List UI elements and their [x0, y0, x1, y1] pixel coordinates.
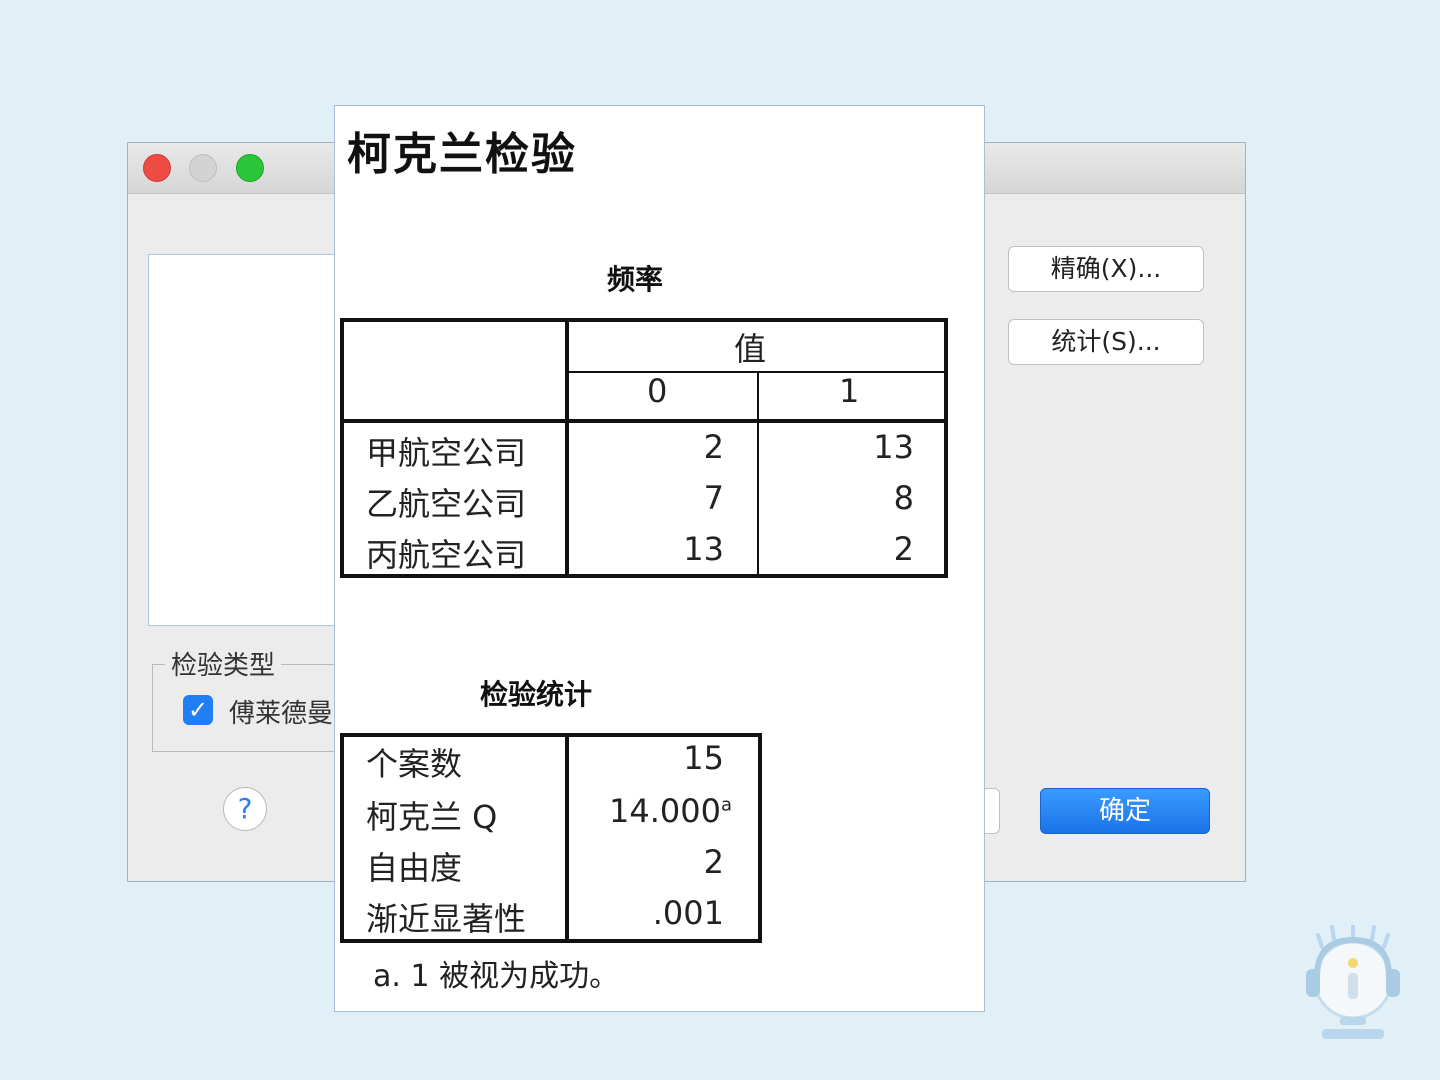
- friedman-checkbox[interactable]: ✓: [183, 695, 213, 725]
- col-header-1: 1: [839, 372, 860, 410]
- row-label: 丙航空公司: [366, 536, 527, 574]
- row-value-0: 2: [703, 428, 724, 466]
- output-panel: 柯克兰检验 频率 值 0 1 甲航空公司 2 13 乙航空公司 7 8 丙航空公…: [334, 105, 985, 1012]
- footnote-marker: a: [720, 794, 732, 816]
- exact-button[interactable]: 精确(X)...: [1008, 246, 1204, 292]
- test-statistics-caption: 检验统计: [480, 678, 593, 711]
- stat-value: 15: [683, 739, 724, 777]
- row-value-0: 7: [703, 479, 724, 517]
- frequency-caption: 频率: [607, 263, 664, 296]
- row-value-0: 13: [683, 530, 724, 568]
- row-label: 甲航空公司: [366, 434, 527, 472]
- test-type-label: 检验类型: [165, 645, 282, 682]
- test-statistics-table: 个案数 15 柯克兰 Q 14.000a 自由度 2 渐近显著性 .001: [340, 733, 762, 943]
- statistics-button[interactable]: 统计(S)...: [1008, 319, 1204, 365]
- row-value-1: 2: [893, 530, 914, 568]
- stat-label: 自由度: [366, 849, 463, 887]
- close-window-button[interactable]: [143, 154, 171, 182]
- stat-label: 柯克兰 Q: [366, 798, 498, 836]
- zoom-window-button[interactable]: [236, 154, 264, 182]
- row-value-1: 8: [893, 479, 914, 517]
- stat-label: 渐近显著性: [366, 900, 527, 938]
- friedman-checkbox-label[interactable]: 傅莱德曼: [229, 693, 333, 730]
- ok-button[interactable]: 确定: [1040, 788, 1210, 834]
- stat-value: .001: [652, 894, 724, 932]
- mascot-logo-icon: [1300, 923, 1406, 1050]
- value-header: 值: [734, 330, 767, 368]
- frequency-table: 值 0 1 甲航空公司 2 13 乙航空公司 7 8 丙航空公司 13 2: [340, 318, 948, 578]
- help-button[interactable]: ?: [223, 787, 267, 831]
- row-value-1: 13: [873, 428, 914, 466]
- minimize-window-button[interactable]: [189, 154, 217, 182]
- table-footnote: a. 1 被视为成功。: [373, 959, 620, 994]
- row-label: 乙航空公司: [366, 485, 527, 523]
- stat-label: 个案数: [366, 745, 463, 783]
- col-header-0: 0: [647, 372, 668, 410]
- output-title: 柯克兰检验: [347, 129, 577, 180]
- stat-value: 2: [703, 843, 724, 881]
- stat-value: 14.000a: [609, 792, 732, 830]
